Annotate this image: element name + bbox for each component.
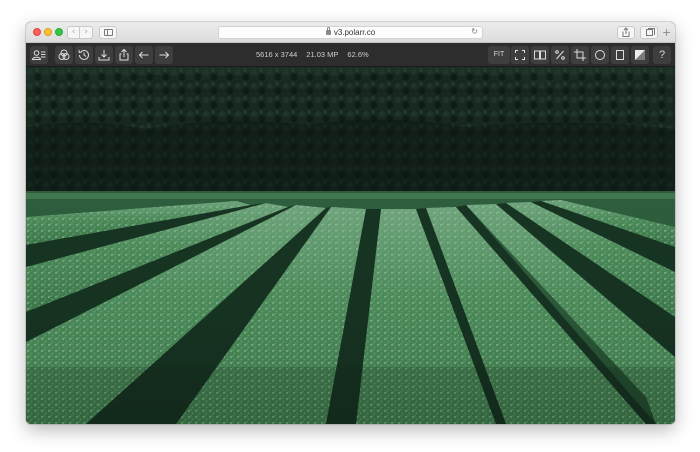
crop-button[interactable] bbox=[571, 46, 589, 64]
filters-button[interactable] bbox=[55, 46, 73, 64]
reload-icon[interactable]: ↻ bbox=[471, 27, 478, 36]
sidebar-toggle-button[interactable] bbox=[99, 26, 117, 39]
browser-window: ‹ › v3.polarr.co ↻ + 5616 x 3744 21.03 M… bbox=[26, 22, 675, 424]
filters-icon bbox=[58, 49, 70, 60]
minimize-window-button[interactable] bbox=[44, 28, 52, 36]
image-megapixels: 21.03 MP bbox=[306, 50, 339, 59]
help-icon: ? bbox=[658, 49, 666, 61]
redo-button[interactable] bbox=[155, 46, 173, 64]
download-icon bbox=[98, 50, 110, 61]
square-icon bbox=[616, 50, 624, 60]
chevron-left-icon: ‹ bbox=[71, 27, 76, 37]
histogram-icon bbox=[635, 50, 645, 60]
editor-toolbar: 5616 x 3744 21.03 MP 62.6% FIT ? bbox=[26, 43, 675, 67]
fullscreen-icon bbox=[515, 50, 525, 60]
sidebar-icon bbox=[104, 29, 113, 36]
zoom-level: 62.6% bbox=[347, 50, 369, 59]
share-icon bbox=[119, 48, 129, 61]
histogram-button[interactable] bbox=[631, 46, 649, 64]
percent-button[interactable] bbox=[551, 46, 569, 64]
browser-share-icon bbox=[622, 27, 630, 37]
photo-tea-plantation bbox=[26, 67, 675, 424]
profile-button[interactable] bbox=[30, 46, 48, 64]
chevron-right-icon: › bbox=[84, 27, 88, 37]
undo-icon bbox=[138, 51, 149, 59]
lock-icon bbox=[325, 27, 331, 35]
share-button[interactable] bbox=[115, 46, 133, 64]
percent-icon bbox=[555, 50, 565, 60]
browser-titlebar: ‹ › v3.polarr.co ↻ + bbox=[26, 22, 675, 43]
fit-button[interactable]: FIT bbox=[488, 46, 510, 64]
undo-button[interactable] bbox=[135, 46, 153, 64]
circle-mask-button[interactable] bbox=[591, 46, 609, 64]
close-window-button[interactable] bbox=[33, 28, 41, 36]
plus-icon: + bbox=[662, 26, 672, 39]
fullscreen-button[interactable] bbox=[511, 46, 529, 64]
image-info: 5616 x 3744 21.03 MP 62.6% bbox=[256, 43, 456, 67]
forward-button[interactable]: › bbox=[80, 26, 93, 39]
help-button[interactable]: ? bbox=[653, 46, 671, 64]
browser-share-button[interactable] bbox=[617, 26, 635, 39]
compare-button[interactable] bbox=[531, 46, 549, 64]
compare-icon bbox=[534, 50, 546, 60]
address-bar[interactable]: v3.polarr.co ↻ bbox=[218, 26, 483, 39]
profile-icon bbox=[31, 50, 46, 60]
redo-icon bbox=[159, 51, 170, 59]
history-button[interactable] bbox=[75, 46, 93, 64]
crop-icon bbox=[574, 49, 586, 61]
photo-canvas[interactable] bbox=[26, 67, 675, 424]
square-button[interactable] bbox=[611, 46, 629, 64]
download-button[interactable] bbox=[95, 46, 113, 64]
history-icon bbox=[78, 49, 89, 60]
url-text: v3.polarr.co bbox=[333, 28, 376, 37]
image-dimensions: 5616 x 3744 bbox=[256, 50, 298, 59]
new-tab-button[interactable]: + bbox=[662, 27, 671, 38]
show-tabs-button[interactable] bbox=[640, 26, 658, 39]
back-button[interactable]: ‹ bbox=[67, 26, 80, 39]
circle-mask-icon bbox=[595, 50, 605, 60]
zoom-window-button[interactable] bbox=[55, 28, 63, 36]
